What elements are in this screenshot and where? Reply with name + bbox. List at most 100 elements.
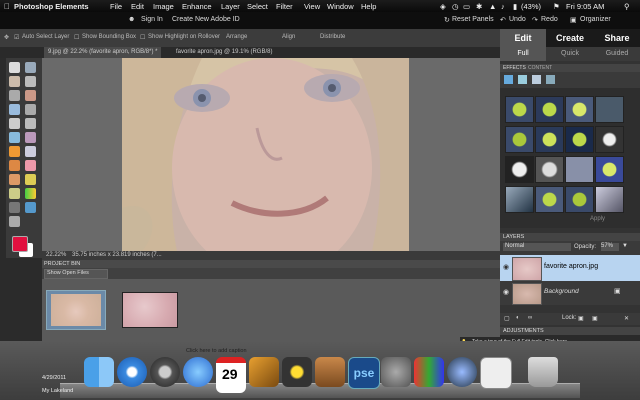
bin-thumb[interactable]: [122, 292, 178, 328]
effect-thumb[interactable]: [535, 186, 564, 213]
app-name-menu[interactable]: Photoshop Elements: [14, 2, 89, 11]
effect-thumb[interactable]: [595, 96, 624, 123]
menu-filter[interactable]: Filter: [276, 2, 293, 11]
zoom-tool-icon[interactable]: [25, 62, 36, 73]
effect-thumb[interactable]: [535, 156, 564, 183]
iphoto-icon[interactable]: [414, 357, 444, 387]
chrome-icon[interactable]: [150, 357, 180, 387]
effect-thumb[interactable]: [595, 186, 624, 213]
menu-layer[interactable]: Layer: [221, 2, 240, 11]
tab-share[interactable]: Share: [594, 29, 640, 47]
effect-thumb[interactable]: [535, 96, 564, 123]
menu-select[interactable]: Select: [247, 2, 268, 11]
move-tool-icon[interactable]: [9, 62, 20, 73]
pse-icon[interactable]: pse: [348, 357, 380, 389]
garageband-icon[interactable]: [249, 357, 279, 387]
itunes-icon[interactable]: [183, 357, 213, 387]
distribute-dropdown[interactable]: Distribute: [320, 34, 345, 40]
layer-name[interactable]: favorite apron.jpg: [544, 263, 598, 270]
selection-brush-icon[interactable]: [25, 104, 36, 115]
healing-brush-icon[interactable]: [25, 146, 36, 157]
filters-icon[interactable]: [504, 75, 513, 84]
opacity-field[interactable]: 57%: [601, 243, 619, 251]
straighten-tool-icon[interactable]: [25, 132, 36, 143]
bin-thumb-selected[interactable]: [46, 290, 106, 330]
link-icon[interactable]: ∞: [528, 315, 532, 321]
adjustment-layer-icon[interactable]: ◐: [516, 315, 520, 321]
clone-stamp-icon[interactable]: [9, 160, 20, 171]
bounding-box-checkbox[interactable]: ☐: [74, 34, 79, 41]
apply-button[interactable]: Apply: [590, 216, 605, 222]
photo-effects-icon[interactable]: [532, 75, 541, 84]
eye-icon[interactable]: ◉: [503, 288, 509, 296]
menu-window[interactable]: Window: [327, 2, 354, 11]
effect-thumb[interactable]: [595, 126, 624, 153]
cookie-cutter-icon[interactable]: [9, 132, 20, 143]
highlight-checkbox[interactable]: ☐: [140, 34, 145, 41]
keynote-icon[interactable]: [315, 357, 345, 387]
sponge-tool-icon[interactable]: [9, 216, 20, 227]
tab-edit[interactable]: Edit: [500, 29, 546, 47]
imovie-icon[interactable]: [282, 357, 312, 387]
redo-button[interactable]: Redo: [541, 16, 558, 23]
sign-in-link[interactable]: Sign In: [141, 16, 163, 23]
spotlight-icon[interactable]: ⚲: [624, 2, 630, 11]
dashboard-icon[interactable]: [480, 357, 512, 389]
opacity-dropdown-icon[interactable]: ▼: [622, 243, 628, 249]
blend-mode-dropdown[interactable]: Normal: [503, 243, 571, 251]
blur-tool-icon[interactable]: [25, 202, 36, 213]
wifi-icon[interactable]: ▲: [489, 2, 496, 11]
clock[interactable]: Fri 9:05 AM: [566, 2, 604, 11]
paint-bucket-icon[interactable]: [9, 188, 20, 199]
lasso-tool-icon[interactable]: [25, 90, 36, 101]
smart-brush-icon[interactable]: [25, 174, 36, 185]
volume-icon[interactable]: ♪: [501, 2, 505, 11]
apple-icon[interactable]: : [4, 2, 10, 11]
menu-image[interactable]: Image: [153, 2, 174, 11]
tab-create[interactable]: Create: [546, 29, 594, 47]
tab-effects[interactable]: EFFECTS: [503, 65, 526, 71]
network-icon[interactable]: ◈: [440, 2, 446, 11]
battery-icon[interactable]: ▮: [513, 2, 517, 11]
delete-layer-icon[interactable]: ✕: [624, 315, 629, 322]
brush-tool-icon[interactable]: [9, 174, 20, 185]
magic-wand-icon[interactable]: [9, 104, 20, 115]
ipen-icon[interactable]: [447, 357, 477, 387]
caption-hint[interactable]: Click here to add caption: [186, 348, 247, 354]
zoom-level[interactable]: 22.22%: [46, 252, 66, 258]
hand-tool-icon[interactable]: [9, 76, 20, 87]
effect-thumb[interactable]: [565, 156, 594, 183]
show-open-files-dropdown[interactable]: Show Open Files: [44, 269, 108, 279]
menu-edit[interactable]: Edit: [131, 2, 144, 11]
effect-thumb[interactable]: [505, 186, 534, 213]
shape-tool-icon[interactable]: [9, 202, 20, 213]
subtab-guided[interactable]: Guided: [594, 47, 640, 61]
crop-tool-icon[interactable]: [25, 118, 36, 129]
eye-icon[interactable]: ◉: [503, 263, 509, 271]
document-image[interactable]: [122, 58, 409, 251]
eraser-tool-icon[interactable]: [25, 160, 36, 171]
eyedropper-tool-icon[interactable]: [25, 76, 36, 87]
trash-icon[interactable]: [528, 357, 558, 387]
tab-content[interactable]: CONTENT: [528, 65, 552, 71]
show-all-icon[interactable]: [546, 75, 555, 84]
layer-row[interactable]: ◉ Background ▣: [500, 281, 640, 305]
ical-icon[interactable]: 29: [216, 357, 246, 393]
arrange-dropdown[interactable]: Arrange: [226, 34, 247, 40]
effect-thumb[interactable]: [565, 96, 594, 123]
bluetooth-icon[interactable]: ✱: [476, 2, 482, 11]
effect-thumb[interactable]: [595, 156, 624, 183]
subtab-full[interactable]: Full: [500, 47, 546, 61]
layer-name[interactable]: Background: [544, 288, 579, 295]
red-eye-icon[interactable]: [9, 146, 20, 157]
reset-panels-button[interactable]: Reset Panels: [452, 16, 494, 23]
align-dropdown[interactable]: Align: [282, 34, 295, 40]
new-layer-icon[interactable]: ▢: [504, 315, 510, 322]
screen-icon[interactable]: ▭: [463, 2, 470, 11]
effect-thumb[interactable]: [505, 126, 534, 153]
timemachine-icon[interactable]: ◷: [452, 2, 459, 11]
effect-thumb[interactable]: [505, 96, 534, 123]
doc-tab-active[interactable]: 9.jpg @ 22.2% (favorite apron, RGB/8*) *: [44, 47, 162, 58]
layer-row-selected[interactable]: ◉ favorite apron.jpg: [500, 255, 640, 281]
effect-thumb[interactable]: [505, 156, 534, 183]
